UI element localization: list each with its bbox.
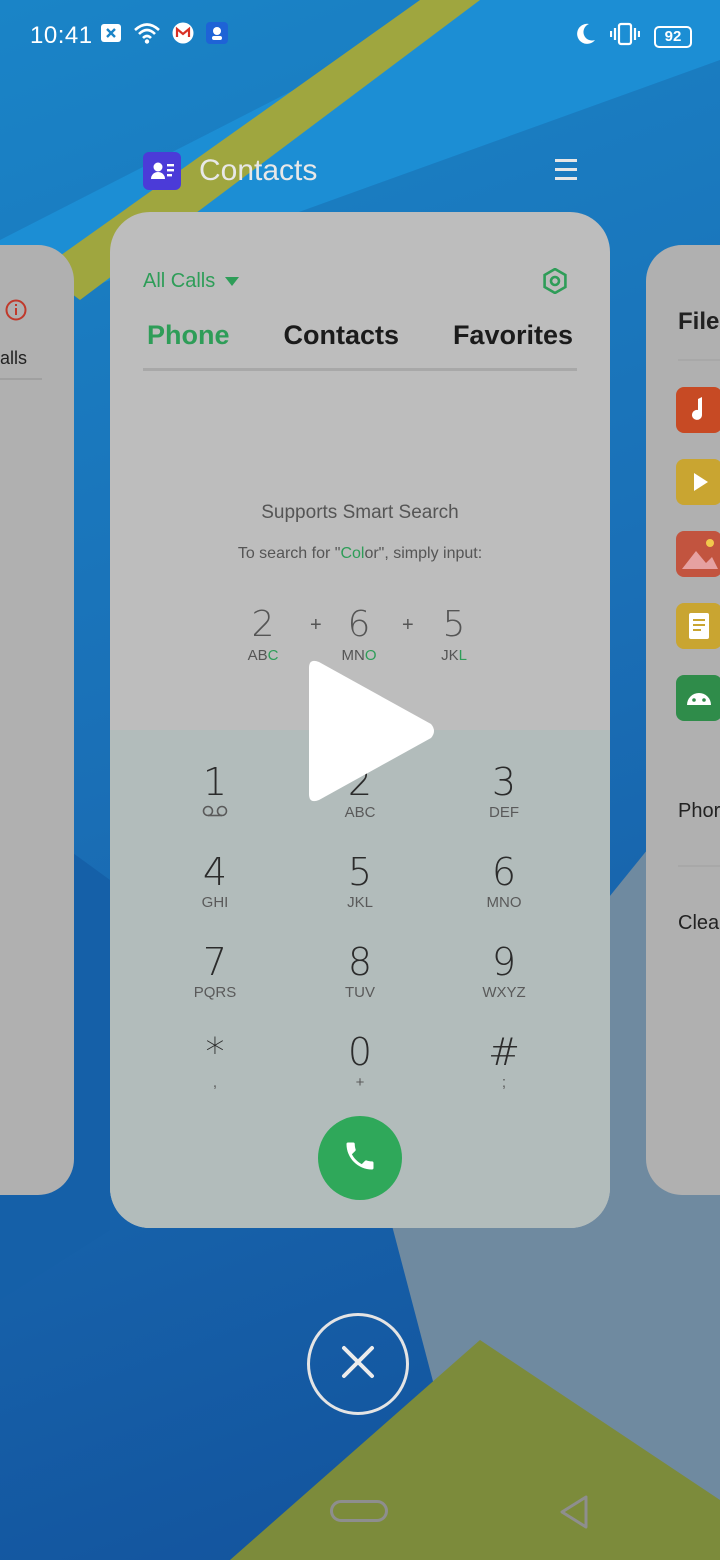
example-plus: + (310, 614, 322, 636)
key-letters: WXYZ (482, 984, 526, 1001)
all-calls-filter[interactable]: All Calls (143, 270, 240, 293)
app-notification-icon (206, 22, 228, 49)
recent-app-name: Contacts (199, 154, 318, 187)
side-right-title: File (678, 308, 720, 335)
hint-highlight: Col (340, 545, 365, 562)
wifi-icon (134, 22, 160, 49)
key-8[interactable]: 8 TUV (300, 940, 420, 1020)
example-letters: ABC (247, 647, 279, 664)
key-digit: 1 (202, 760, 228, 804)
tab-favorites[interactable]: Favorites (449, 320, 577, 364)
key-star[interactable]: * , (155, 1030, 275, 1110)
example-key: 6 MNO (329, 604, 389, 664)
tab-contacts[interactable]: Contacts (279, 320, 403, 364)
key-letters: ; (501, 1074, 507, 1091)
key-3[interactable]: 3 DEF (444, 760, 564, 840)
side-left-label: alls (0, 348, 28, 368)
key-digit: 3 (491, 760, 517, 804)
info-icon (5, 299, 27, 326)
home-button[interactable] (330, 1500, 388, 1522)
key-0[interactable]: 0 + (300, 1030, 420, 1110)
key-1[interactable]: 1 (155, 760, 275, 840)
blocked-notification-icon (100, 23, 122, 48)
recent-card-left[interactable]: alls (0, 245, 74, 1195)
key-letters: PQRS (193, 984, 237, 1001)
clear-all-button[interactable] (307, 1313, 409, 1415)
key-letters: MNO (486, 894, 522, 911)
key-digit: 7 (202, 940, 228, 984)
side-right-item-1: Phor (678, 800, 720, 822)
hamburger-menu-icon[interactable] (553, 156, 579, 184)
back-icon[interactable] (558, 1494, 590, 1530)
status-right-icons: 92 (574, 22, 692, 51)
key-digit: 8 (347, 940, 373, 984)
settings-icon[interactable] (542, 267, 568, 295)
video-icon (676, 459, 720, 510)
key-hash[interactable]: # ; (444, 1030, 564, 1110)
key-7[interactable]: 7 PQRS (155, 940, 275, 1020)
example-digit: 6 (347, 604, 371, 645)
divider (678, 359, 720, 361)
music-icon (676, 387, 720, 438)
gmail-icon (172, 22, 194, 49)
divider (678, 865, 720, 867)
key-5[interactable]: 5 JKL (300, 850, 420, 930)
example-key: 5 JKL (424, 604, 484, 664)
key-letters: + (355, 1074, 365, 1091)
key-9[interactable]: 9 WXYZ (444, 940, 564, 1020)
key-digit: 0 (347, 1030, 373, 1074)
key-digit: 4 (202, 850, 228, 894)
side-right-item-2: Clear (678, 912, 720, 934)
recent-card-right[interactable]: File Phor Clear (646, 245, 720, 1195)
dialer-tabs: Phone Contacts Favorites (143, 320, 577, 364)
key-letters: ABC (344, 804, 376, 821)
key-letters: , (212, 1074, 218, 1091)
key-6[interactable]: 6 MNO (444, 850, 564, 930)
tabs-divider (143, 368, 577, 371)
do-not-disturb-moon-icon (574, 22, 596, 51)
key-digit: 5 (347, 850, 373, 894)
key-letters: TUV (345, 984, 375, 1001)
close-icon (340, 1344, 376, 1385)
vibrate-icon (609, 22, 641, 51)
hint-rest: or", simply input: (364, 545, 483, 562)
status-time: 10:41 (30, 22, 93, 49)
key-digit: 6 (491, 850, 517, 894)
dropdown-triangle-icon (225, 270, 240, 293)
example-plus: + (402, 614, 414, 636)
key-letters: JKL (347, 894, 373, 911)
key-digit: * (205, 1030, 225, 1074)
key-4[interactable]: 4 GHI (155, 850, 275, 930)
contacts-app-icon (143, 152, 181, 190)
divider (0, 378, 42, 380)
example-digit: 2 (251, 604, 275, 645)
tab-phone[interactable]: Phone (143, 320, 234, 364)
key-digit: # (488, 1030, 520, 1074)
status-left-icons (100, 22, 228, 49)
recent-apps-screen: 10:41 92 alls File Phor Clea Contacts Al… (0, 0, 720, 1560)
key-digit: 9 (491, 940, 517, 984)
hint-prefix: To search for " (237, 545, 341, 562)
example-digit: 5 (442, 604, 466, 645)
call-button[interactable] (318, 1116, 402, 1200)
voicemail-icon (155, 804, 275, 822)
status-bar: 10:41 92 (0, 0, 720, 72)
document-icon (676, 603, 720, 654)
phone-icon (342, 1138, 378, 1179)
gallery-icon (676, 531, 720, 582)
recent-app-header: Contacts (143, 152, 583, 192)
example-key: 2 ABC (233, 604, 293, 664)
key-letters: GHI (201, 894, 229, 911)
play-icon[interactable] (305, 658, 437, 804)
battery-icon: 92 (654, 25, 692, 48)
all-calls-label: All Calls (143, 270, 216, 292)
smart-search-title: Supports Smart Search (261, 502, 459, 523)
android-apk-icon (676, 675, 720, 726)
key-letters: DEF (489, 804, 519, 821)
smart-search-hint: To search for "Color", simply input: (110, 545, 610, 563)
